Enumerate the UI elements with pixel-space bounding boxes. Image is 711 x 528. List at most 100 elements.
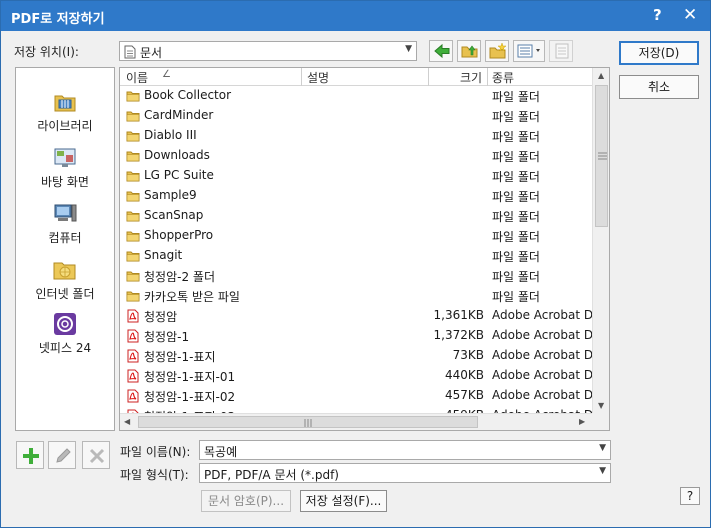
- pdf-file-icon: [126, 389, 140, 403]
- add-place-button[interactable]: [16, 441, 44, 469]
- view-menu-button[interactable]: [513, 40, 545, 62]
- folder-row[interactable]: LG PC Suite 파일 폴더: [120, 166, 592, 186]
- save-settings-button[interactable]: 저장 설정(F)...: [300, 490, 387, 512]
- filename-label: 파일 이름(N):: [120, 445, 191, 459]
- place-netffice[interactable]: 넷피스 24: [16, 312, 114, 356]
- help-button[interactable]: ?: [680, 487, 700, 505]
- file-row[interactable]: 청정암-1 1,372KB Adobe Acrobat D...: [120, 326, 592, 346]
- computer-icon: [52, 202, 78, 226]
- location-combo[interactable]: 문서 ▼: [119, 41, 417, 61]
- up-folder-icon: [461, 45, 478, 58]
- back-button[interactable]: [429, 40, 453, 62]
- document-icon: [124, 45, 136, 59]
- grip-icon: [304, 419, 312, 427]
- file-type: Adobe Acrobat D...: [492, 308, 592, 322]
- file-name: Sample9: [144, 188, 197, 202]
- horizontal-scrollbar[interactable]: ◀ ▶: [120, 413, 592, 430]
- up-folder-button[interactable]: [457, 40, 481, 62]
- new-folder-icon: [489, 43, 507, 59]
- folder-icon: [126, 89, 140, 103]
- scroll-down-icon[interactable]: ▼: [598, 401, 604, 410]
- scroll-right-icon[interactable]: ▶: [579, 417, 585, 426]
- title-help-button[interactable]: ?: [653, 6, 662, 24]
- file-row[interactable]: 청정암-1-표지 73KB Adobe Acrobat D...: [120, 346, 592, 366]
- location-label: 저장 위치(I):: [14, 45, 79, 59]
- delete-place-button[interactable]: [82, 441, 110, 469]
- folder-row[interactable]: CardMinder 파일 폴더: [120, 106, 592, 126]
- file-type: 파일 폴더: [492, 170, 540, 184]
- scroll-up-icon[interactable]: ▲: [598, 71, 604, 80]
- column-divider[interactable]: [487, 68, 488, 86]
- netffice-icon: [52, 312, 78, 336]
- folder-icon: [126, 209, 140, 223]
- close-button[interactable]: ✕: [683, 5, 697, 25]
- back-arrow-icon: [434, 43, 450, 59]
- chevron-down-icon: ▼: [405, 44, 412, 54]
- file-size: 1,372KB: [433, 328, 484, 342]
- file-name: Book Collector: [144, 88, 232, 102]
- folder-row[interactable]: ShopperPro 파일 폴더: [120, 226, 592, 246]
- plus-icon: [23, 448, 39, 464]
- cancel-button[interactable]: 취소: [619, 75, 699, 99]
- filetype-select[interactable]: PDF, PDF/A 문서 (*.pdf) ▼: [199, 463, 611, 483]
- place-desktop[interactable]: 바탕 화면: [16, 146, 114, 190]
- file-type: 파일 폴더: [492, 90, 540, 104]
- file-type: Adobe Acrobat D...: [492, 328, 592, 342]
- file-row[interactable]: 청정암-1-표지-01 440KB Adobe Acrobat D...: [120, 366, 592, 386]
- place-label: 컴퓨터: [48, 231, 82, 245]
- edit-place-button[interactable]: [48, 441, 76, 469]
- pdf-file-icon: [126, 369, 140, 383]
- place-label: 라이브러리: [37, 119, 93, 133]
- grip-icon: [598, 152, 607, 160]
- column-size[interactable]: 크기: [460, 69, 482, 85]
- place-internet-folder[interactable]: 인터넷 폴더: [16, 258, 114, 302]
- preview-button[interactable]: [549, 40, 573, 62]
- folder-row[interactable]: Snagit 파일 폴더: [120, 246, 592, 266]
- place-library[interactable]: 라이브러리: [16, 90, 114, 134]
- file-type: 파일 폴더: [492, 230, 540, 244]
- folder-row[interactable]: 카카오톡 받은 파일 파일 폴더: [120, 286, 592, 306]
- view-list-icon: [517, 44, 540, 58]
- file-list[interactable]: 이름 ∠ 설명 크기 종류 Book Collector 파일 폴더 CardMin…: [119, 67, 610, 431]
- column-divider[interactable]: [301, 68, 302, 86]
- folder-row[interactable]: Diablo III 파일 폴더: [120, 126, 592, 146]
- place-computer[interactable]: 컴퓨터: [16, 202, 114, 246]
- folder-icon: [126, 149, 140, 163]
- save-pdf-dialog: PDF로 저장하기 ? ✕ 저장 위치(I): 문서 ▼ 저장(D) 취소 라이…: [0, 0, 711, 528]
- folder-icon: [126, 289, 140, 303]
- file-name: LG PC Suite: [144, 168, 214, 182]
- new-folder-button[interactable]: [485, 40, 509, 62]
- folder-icon: [126, 229, 140, 243]
- file-type: 파일 폴더: [492, 290, 540, 304]
- horizontal-scroll-thumb[interactable]: [138, 416, 478, 428]
- folder-row[interactable]: Book Collector 파일 폴더: [120, 86, 592, 106]
- column-description[interactable]: 설명: [307, 69, 329, 85]
- file-size: 440KB: [444, 368, 484, 382]
- vertical-scrollbar[interactable]: ▲ ▼: [592, 68, 609, 413]
- title-bar: PDF로 저장하기 ? ✕: [1, 1, 710, 31]
- file-name: 청정암-1: [144, 330, 190, 344]
- document-password-button[interactable]: 문서 암호(P)...: [201, 490, 291, 512]
- file-type: 파일 폴더: [492, 110, 540, 124]
- folder-row[interactable]: Downloads 파일 폴더: [120, 146, 592, 166]
- filename-input[interactable]: 목공예 ▼: [199, 440, 611, 460]
- save-button[interactable]: 저장(D): [619, 41, 699, 65]
- folder-row[interactable]: Sample9 파일 폴더: [120, 186, 592, 206]
- pdf-file-icon: [126, 309, 140, 323]
- scroll-left-icon[interactable]: ◀: [124, 417, 130, 426]
- column-type[interactable]: 종류: [492, 69, 514, 85]
- vertical-scroll-thumb[interactable]: [595, 85, 608, 227]
- place-label: 넷피스 24: [38, 341, 92, 355]
- file-row[interactable]: 청정암 1,361KB Adobe Acrobat D...: [120, 306, 592, 326]
- column-header: 이름 ∠ 설명 크기 종류: [120, 68, 592, 86]
- file-name: ShopperPro: [144, 228, 214, 242]
- column-divider[interactable]: [428, 68, 429, 86]
- library-icon: [52, 90, 78, 114]
- chevron-down-icon[interactable]: ▼: [599, 443, 606, 453]
- folder-row[interactable]: ScanSnap 파일 폴더: [120, 206, 592, 226]
- file-row[interactable]: 청정암-1-표지-02 457KB Adobe Acrobat D...: [120, 386, 592, 406]
- folder-row[interactable]: 청정암-2 폴더 파일 폴더: [120, 266, 592, 286]
- location-value: 문서: [140, 46, 163, 60]
- internet-folder-icon: [52, 258, 78, 282]
- column-name[interactable]: 이름: [126, 69, 148, 85]
